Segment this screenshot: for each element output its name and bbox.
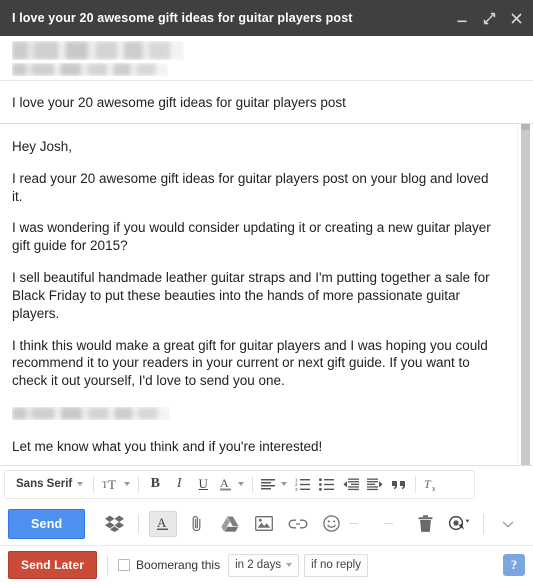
attach-file-icon[interactable]	[183, 511, 211, 537]
svg-text:T: T	[424, 477, 432, 491]
italic-glyph: I	[176, 476, 182, 491]
body-paragraph: I was wondering if you would consider up…	[12, 220, 491, 254]
body-paragraph: I think this would make a great gift for…	[12, 337, 488, 389]
body-scrollbar[interactable]	[517, 124, 533, 465]
toolbar-divider	[107, 555, 109, 575]
recipient-redacted-line-1	[12, 40, 184, 60]
toolbar-divider	[483, 513, 485, 534]
overflow-dot	[383, 523, 393, 524]
help-glyph: ?	[510, 557, 518, 572]
chevron-down-icon	[124, 482, 131, 486]
svg-text:x: x	[432, 486, 436, 492]
body-paragraph: Hey Josh,	[12, 139, 73, 154]
text-color-icon[interactable]: A	[215, 472, 248, 497]
help-icon[interactable]: ?	[503, 554, 525, 576]
send-button[interactable]: Send	[8, 508, 86, 539]
minimize-icon[interactable]	[455, 11, 469, 25]
google-drive-icon[interactable]	[217, 511, 245, 537]
chevron-down-icon	[286, 563, 293, 567]
toolbar-divider	[138, 513, 140, 534]
underline-icon[interactable]: U	[191, 472, 215, 497]
overflow-dots	[348, 523, 393, 524]
toolbar-divider	[138, 475, 140, 493]
format-toolbar: Sans Serif T T B I U A 1 2 3 T x	[0, 465, 533, 502]
indent-less-icon[interactable]	[339, 472, 363, 497]
message-body[interactable]: Hey Josh, I read your 20 awesome gift id…	[0, 124, 517, 465]
toolbar-divider	[415, 475, 417, 493]
underline-glyph: U	[198, 476, 208, 491]
chevron-down-icon	[77, 482, 84, 486]
svg-text:3: 3	[295, 487, 298, 491]
body-paragraph: Let me know what you think and if you're…	[12, 438, 323, 454]
send-toolbar: Send A	[0, 502, 533, 545]
body-paragraph: I read your 20 awesome gift ideas for gu…	[12, 170, 489, 204]
discard-draft-icon[interactable]	[412, 511, 440, 537]
subject-text: I love your 20 awesome gift ideas for gu…	[12, 94, 346, 110]
boomerang-this-label[interactable]: Boomerang this	[136, 558, 220, 572]
toolbar-divider	[93, 475, 95, 493]
boomerang-delay-dropdown[interactable]: in 2 days	[228, 553, 300, 577]
window-controls	[455, 11, 523, 25]
overflow-dot	[348, 523, 358, 524]
recipient-redacted-line-2	[12, 62, 168, 76]
subject-field[interactable]: I love your 20 awesome gift ideas for gu…	[0, 81, 533, 124]
scrollbar-thumb-top[interactable]	[521, 124, 530, 130]
expand-icon[interactable]	[482, 11, 496, 25]
close-icon[interactable]	[509, 11, 523, 25]
toolbar-divider	[252, 475, 254, 493]
insert-emoji-icon[interactable]	[318, 511, 346, 537]
bold-glyph: B	[150, 476, 160, 491]
boomerang-condition-dropdown[interactable]: if no reply	[304, 553, 368, 577]
align-icon[interactable]	[257, 472, 291, 497]
scrollbar-thumb[interactable]	[521, 124, 530, 465]
svg-text:T: T	[108, 477, 116, 491]
boomerang-this-checkbox[interactable]	[118, 559, 131, 571]
indent-more-icon[interactable]	[363, 472, 387, 497]
remove-formatting-icon[interactable]: T x	[420, 472, 445, 497]
body-paragraph: I sell beautiful handmade leather guitar…	[12, 270, 490, 321]
recipient-field[interactable]	[0, 36, 533, 81]
font-family-dropdown[interactable]: Sans Serif	[8, 472, 89, 497]
titlebar: I love your 20 awesome gift ideas for gu…	[0, 0, 533, 36]
send-later-button[interactable]: Send Later	[8, 551, 98, 579]
boomerang-delay-value: in 2 days	[235, 559, 282, 571]
insert-link-icon[interactable]	[284, 511, 312, 537]
window-title: I love your 20 awesome gift ideas for gu…	[12, 11, 353, 25]
formatting-options-icon[interactable]: A	[149, 510, 177, 537]
font-family-label: Sans Serif	[16, 478, 73, 490]
chevron-down-icon	[281, 482, 288, 486]
boomerang-clock-icon[interactable]	[445, 511, 473, 537]
bulleted-list-icon[interactable]	[315, 472, 339, 497]
svg-text:A: A	[220, 476, 229, 490]
send-button-label: Send	[31, 516, 63, 531]
send-later-label: Send Later	[21, 558, 85, 572]
body-redacted-line	[12, 406, 170, 420]
italic-icon[interactable]: I	[167, 472, 191, 497]
more-options-icon[interactable]	[494, 511, 522, 537]
boomerang-toolbar: Send Later Boomerang this in 2 days if n…	[0, 545, 533, 584]
compose-window: I love your 20 awesome gift ideas for gu…	[0, 0, 533, 584]
numbered-list-icon[interactable]: 1 2 3	[291, 472, 315, 497]
chevron-down-icon	[238, 482, 245, 486]
dropbox-icon[interactable]	[100, 511, 128, 537]
quote-icon[interactable]	[387, 472, 411, 497]
message-body-wrap: Hey Josh, I read your 20 awesome gift id…	[0, 124, 533, 465]
bold-icon[interactable]: B	[143, 472, 167, 497]
boomerang-condition-value: if no reply	[311, 559, 361, 571]
font-size-icon[interactable]: T T	[98, 472, 134, 497]
svg-text:A: A	[157, 515, 167, 530]
insert-photo-icon[interactable]	[250, 511, 278, 537]
